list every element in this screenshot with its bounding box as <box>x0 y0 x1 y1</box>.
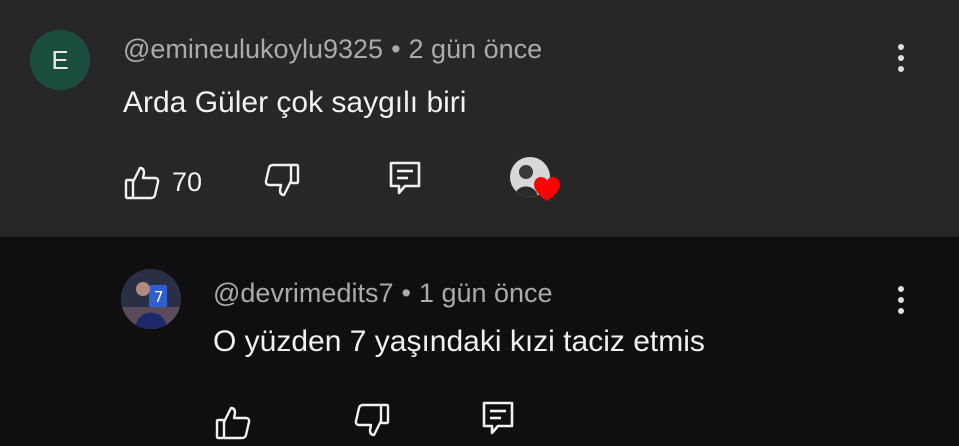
avatar[interactable]: E <box>30 30 90 90</box>
avatar[interactable]: 7 <box>121 269 181 329</box>
svg-text:7: 7 <box>154 288 164 306</box>
heart-icon <box>534 177 560 201</box>
comment-text: O yüzden 7 yaşındaki kızi taciz etmis <box>213 325 705 358</box>
reply-icon[interactable] <box>385 158 425 198</box>
comment-thread: E @emineulukoylu9325 • 2 gün önce Arda Gül… <box>0 0 959 237</box>
thumbs-down-icon[interactable] <box>262 160 302 200</box>
reply-icon[interactable] <box>478 398 518 438</box>
like-count: 70 <box>172 167 203 197</box>
comment-time[interactable]: 1 gün önce <box>419 278 553 308</box>
thumbs-down-icon[interactable] <box>352 400 392 440</box>
meta-separator: • <box>401 278 411 308</box>
more-vert-icon[interactable] <box>886 280 916 320</box>
author-handle[interactable]: @devrimedits7 <box>213 278 393 308</box>
author-handle[interactable]: @emineulukoylu9325 <box>123 34 383 64</box>
thumbs-up-icon[interactable] <box>213 403 253 443</box>
comment-text: Arda Güler çok saygılı biri <box>123 86 467 119</box>
comment-meta: @emineulukoylu9325 • 2 gün önce <box>123 34 542 65</box>
more-vert-icon[interactable] <box>886 38 916 78</box>
thumbs-up-icon[interactable] <box>122 163 162 203</box>
comment-meta: @devrimedits7 • 1 gün önce <box>213 278 553 309</box>
comments-section: E @emineulukoylu9325 • 2 gün önce Arda Gül… <box>0 0 959 446</box>
meta-separator: • <box>391 34 401 64</box>
comment-time[interactable]: 2 gün önce <box>409 34 543 64</box>
creator-heart-icon <box>508 155 566 205</box>
